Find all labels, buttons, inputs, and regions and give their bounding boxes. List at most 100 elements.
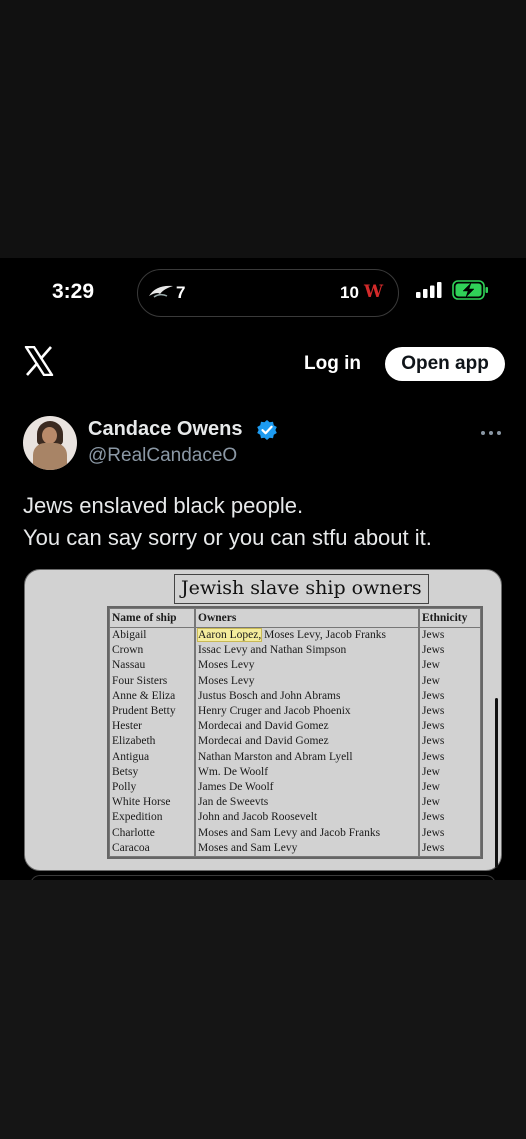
ship-name-cell: Hester — [109, 719, 195, 735]
owners-cell: Nathan Marston and Abram Lyell — [195, 749, 419, 765]
owner-names: Mordecai and David Gomez — [198, 720, 329, 733]
x-logo-icon[interactable] — [24, 345, 54, 381]
more-icon[interactable] — [480, 423, 502, 441]
ethnicity-cell: Jews — [419, 704, 481, 720]
dynamic-island-live-score[interactable]: 7 10 W — [137, 269, 399, 317]
owners-cell: Issac Levy and Nathan Simpson — [195, 643, 419, 659]
owners-cell: Mordecai and David Gomez — [195, 734, 419, 750]
owner-names: Wm. De Woolf — [198, 765, 269, 778]
owners-cell: Moses and Sam Levy and Jacob Franks — [195, 825, 419, 841]
slave-ship-table: Name of ship Owners Ethnicity Abigail Aar… — [107, 606, 483, 860]
status-time: 3:29 — [52, 280, 95, 303]
column-header-ship: Name of ship — [109, 608, 195, 628]
owner-names: Moses Levy — [198, 659, 255, 672]
author-handle[interactable]: @RealCandaceO — [88, 445, 237, 467]
ethnicity-cell: Jews — [419, 643, 481, 659]
open-app-button[interactable]: Open app — [385, 347, 505, 381]
ship-name-cell: Expedition — [109, 810, 195, 826]
owner-names: Moses and Sam Levy and Jacob Franks — [198, 826, 381, 839]
author-name[interactable]: Candace Owens — [88, 418, 243, 441]
table-row: Hester Mordecai and David Gomez Jews — [109, 719, 481, 735]
table-row: Expedition John and Jacob Roosevelt Jews — [109, 810, 481, 826]
owner-names: John and Jacob Roosevelt — [198, 811, 318, 824]
table-row: Antigua Nathan Marston and Abram Lyell Jew… — [109, 749, 481, 765]
owners-cell: Moses and Sam Levy — [195, 840, 419, 858]
ship-name-cell: Antigua — [109, 749, 195, 765]
table-row: Prudent Betty Henry Cruger and Jacob Phoe… — [109, 704, 481, 720]
ship-name-cell: Anne & Eliza — [109, 688, 195, 705]
ethnicity-cell: Jews — [419, 825, 481, 841]
owner-names: James De Woolf — [198, 781, 274, 794]
ethnicity-cell: Jews — [419, 719, 481, 735]
ethnicity-cell: Jews — [419, 840, 481, 858]
table-row: Anne & Eliza Justus Bosch and John Abrams… — [109, 688, 481, 705]
owner-names: Issac Levy and Nathan Simpson — [198, 644, 347, 657]
table-row: Polly James De Woolf Jew — [109, 780, 481, 796]
owner-names: Moses Levy, Jacob Franks — [261, 629, 387, 641]
owner-names: Mordecai and David Gomez — [198, 735, 329, 748]
owners-cell: James De Woolf — [195, 780, 419, 796]
image-scroll-indicator — [495, 698, 498, 868]
table-row: Nassau Moses Levy Jew — [109, 658, 481, 674]
ship-name-cell: Charlotte — [109, 825, 195, 841]
owners-cell: Justus Bosch and John Abrams — [195, 688, 419, 705]
ship-name-cell: Abigail — [109, 628, 195, 644]
ethnicity-cell: Jews — [419, 810, 481, 826]
table-row: White Horse Jan de Sweevts Jew — [109, 795, 481, 811]
top-letterbox — [0, 0, 526, 258]
ship-name-cell: Betsy — [109, 764, 195, 781]
table-body: Abigail Aaron Lopez, Moses Levy, Jacob Fr… — [109, 628, 481, 858]
ethnicity-cell: Jews — [419, 688, 481, 705]
ship-name-cell: Prudent Betty — [109, 704, 195, 720]
owners-cell: Moses Levy — [195, 673, 419, 689]
owner-names: Henry Cruger and Jacob Phoenix — [198, 705, 351, 718]
bottom-letterbox — [0, 880, 526, 1139]
ship-name-cell: Nassau — [109, 658, 195, 674]
ship-name-cell: White Horse — [109, 795, 195, 811]
left-score: 7 — [176, 283, 186, 302]
ship-name-cell: Elizabeth — [109, 734, 195, 750]
verified-badge-icon — [256, 419, 278, 446]
owners-cell: Mordecai and David Gomez — [195, 719, 419, 735]
ethnicity-cell: Jews — [419, 628, 481, 644]
eagle-icon — [148, 284, 174, 305]
ethnicity-cell: Jew — [419, 658, 481, 674]
table-row: Crown Issac Levy and Nathan Simpson Jews — [109, 643, 481, 659]
table-row: Four Sisters Moses Levy Jew — [109, 673, 481, 689]
login-link[interactable]: Log in — [304, 353, 361, 375]
image-title: Jewish slave ship owners — [174, 574, 429, 604]
table-row: Caracoa Moses and Sam Levy Jews — [109, 840, 481, 858]
avatar[interactable] — [23, 416, 77, 470]
owners-cell: Jan de Sweevts — [195, 795, 419, 811]
column-header-owners: Owners — [195, 608, 419, 628]
owner-names: Nathan Marston and Abram Lyell — [198, 750, 353, 763]
owner-names: Moses Levy — [198, 674, 255, 687]
owners-cell: Moses Levy — [195, 658, 419, 674]
signal-bars-icon — [416, 282, 444, 303]
column-header-ethnicity: Ethnicity — [419, 608, 481, 628]
battery-charging-icon — [452, 280, 490, 305]
post-text: Jews enslaved black people. You can say … — [23, 490, 503, 554]
owners-cell: John and Jacob Roosevelt — [195, 810, 419, 826]
right-score: 10 — [340, 283, 359, 302]
ethnicity-cell: Jew — [419, 795, 481, 811]
owners-cell: Henry Cruger and Jacob Phoenix — [195, 704, 419, 720]
table-row: Charlotte Moses and Sam Levy and Jacob Fr… — [109, 825, 481, 841]
owner-names: Jan de Sweevts — [198, 796, 269, 809]
ship-name-cell: Polly — [109, 780, 195, 796]
post-text-line: Jews enslaved black people. — [23, 493, 304, 518]
owners-cell: Aaron Lopez, Moses Levy, Jacob Franks — [195, 628, 419, 644]
owner-names: Moses and Sam Levy — [198, 841, 298, 854]
team-logo-icon: W — [364, 282, 384, 302]
ethnicity-cell: Jew — [419, 673, 481, 689]
ship-name-cell: Caracoa — [109, 840, 195, 858]
ethnicity-cell: Jews — [419, 749, 481, 765]
table-row: Abigail Aaron Lopez, Moses Levy, Jacob Fr… — [109, 628, 481, 644]
ethnicity-cell: Jew — [419, 780, 481, 796]
ship-name-cell: Four Sisters — [109, 673, 195, 689]
post-text-line: You can say sorry or you can stfu about … — [23, 525, 432, 550]
post-image[interactable]: Jewish slave ship owners Name of ship Ow… — [24, 569, 502, 871]
owners-cell: Wm. De Woolf — [195, 764, 419, 781]
table-header-row: Name of ship Owners Ethnicity — [109, 608, 481, 628]
phone-screen: 3:29 7 10 W Log in Open app Candace Owen… — [0, 258, 526, 885]
